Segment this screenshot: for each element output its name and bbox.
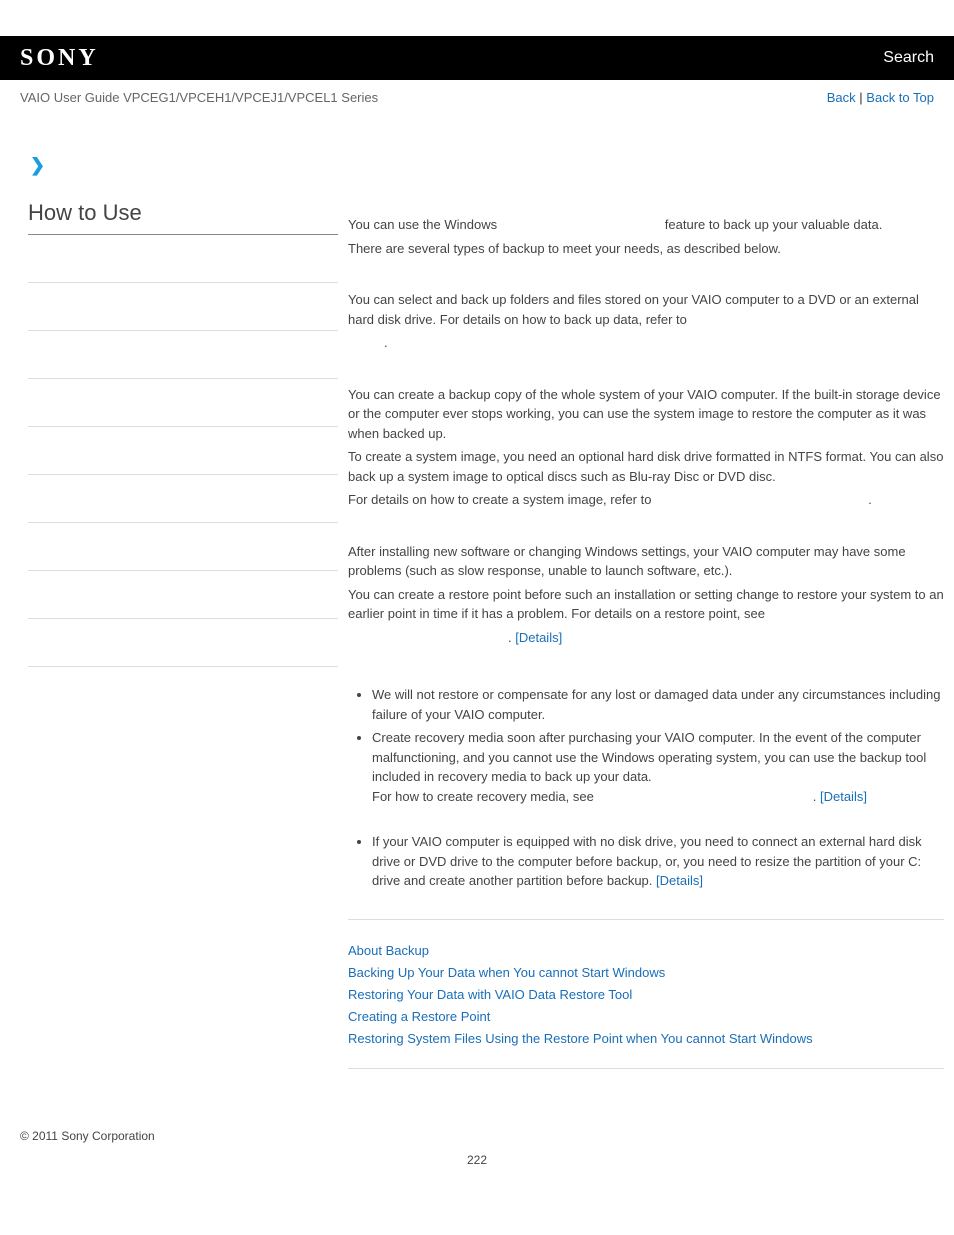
- related-link-about-backup[interactable]: About Backup: [348, 940, 944, 962]
- top-bar: SONY Search: [0, 36, 954, 80]
- back-to-top-link[interactable]: Back to Top: [866, 90, 934, 105]
- intro-text-a: You can use the Windows: [348, 217, 501, 232]
- chevron-right-icon: ❯: [30, 155, 338, 176]
- nav-links: Back | Back to Top: [827, 90, 934, 105]
- content-area: ❯ How to Use You can use the Windows Bac…: [0, 155, 954, 1089]
- search-link[interactable]: Search: [883, 49, 934, 67]
- sub-bar: VAIO User Guide VPCEG1/VPCEH1/VPCEJ1/VPC…: [0, 80, 954, 115]
- restore-point-p1: After installing new software or changin…: [348, 542, 944, 581]
- restore-point-details-line: . [Details]: [348, 628, 944, 648]
- system-image-p2: To create a system image, you need an op…: [348, 447, 944, 486]
- sidebar-item[interactable]: [28, 619, 338, 667]
- sidebar-item[interactable]: [28, 475, 338, 523]
- note-item-1: We will not restore or compensate for an…: [372, 685, 944, 724]
- note-item-3: If your VAIO computer is equipped with n…: [372, 832, 944, 891]
- backup-files-paragraph: You can select and back up folders and f…: [348, 290, 944, 329]
- intro-paragraph-2: There are several types of backup to mee…: [348, 239, 944, 259]
- restore-point-p2: You can create a restore point before su…: [348, 585, 944, 624]
- divider: [348, 1068, 944, 1069]
- note-item-2: Create recovery media soon after purchas…: [372, 728, 944, 806]
- intro-text-b: feature to back up your valuable data.: [665, 217, 883, 232]
- footer: © 2011 Sony Corporation 222: [0, 1089, 954, 1187]
- notes-list-1: We will not restore or compensate for an…: [348, 685, 944, 806]
- back-link[interactable]: Back: [827, 90, 856, 105]
- related-link-vaio-restore-tool[interactable]: Restoring Your Data with VAIO Data Resto…: [348, 984, 944, 1006]
- guide-title: VAIO User Guide VPCEG1/VPCEH1/VPCEJ1/VPC…: [20, 90, 378, 105]
- sidebar-item[interactable]: [28, 283, 338, 331]
- sidebar-item[interactable]: [28, 379, 338, 427]
- page-number: 222: [20, 1153, 934, 1167]
- sidebar-item[interactable]: [28, 523, 338, 571]
- notes-list-2: If your VAIO computer is equipped with n…: [348, 832, 944, 891]
- related-link-restore-system-files[interactable]: Restoring System Files Using the Restore…: [348, 1028, 944, 1050]
- related-topics: About Backup Backing Up Your Data when Y…: [348, 940, 944, 1050]
- system-image-p1: You can create a backup copy of the whol…: [348, 385, 944, 444]
- sidebar-item[interactable]: [28, 427, 338, 475]
- copyright-text: © 2011 Sony Corporation: [20, 1129, 155, 1143]
- sidebar-item[interactable]: [28, 571, 338, 619]
- system-image-p3: For details on how to create a system im…: [348, 490, 944, 510]
- divider: [348, 919, 944, 920]
- sidebar: ❯ How to Use: [28, 155, 338, 1089]
- sidebar-heading: How to Use: [28, 200, 338, 235]
- intro-paragraph: You can use the Windows Backup and Resto…: [348, 215, 944, 235]
- backup-files-end: .: [348, 333, 944, 353]
- sidebar-item[interactable]: [28, 235, 338, 283]
- sony-logo: SONY: [20, 45, 99, 72]
- details-link-recovery-media[interactable]: [Details]: [820, 789, 867, 804]
- details-link-partition[interactable]: [Details]: [656, 873, 703, 888]
- main-content: You can use the Windows Backup and Resto…: [338, 155, 944, 1089]
- details-link-restore-point[interactable]: [Details]: [515, 630, 562, 645]
- sidebar-item[interactable]: [28, 331, 338, 379]
- related-link-backup-no-windows[interactable]: Backing Up Your Data when You cannot Sta…: [348, 962, 944, 984]
- related-link-create-restore-point[interactable]: Creating a Restore Point: [348, 1006, 944, 1028]
